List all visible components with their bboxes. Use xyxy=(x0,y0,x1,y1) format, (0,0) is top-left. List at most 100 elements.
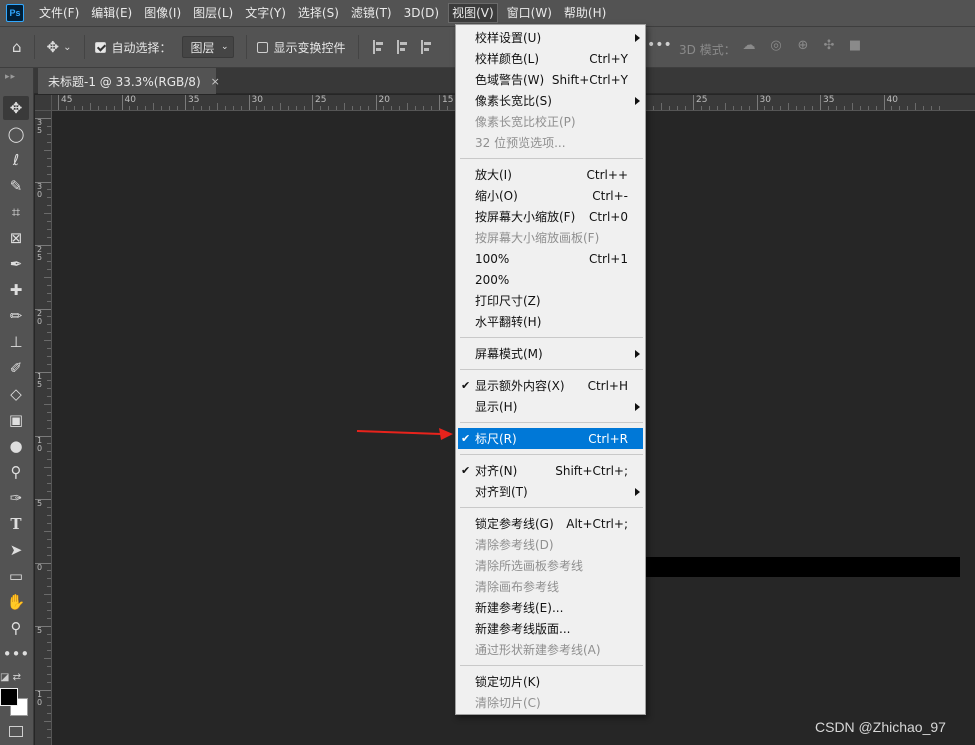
scale-3d-icon[interactable]: ■ xyxy=(847,38,863,54)
ruler-minor-tick xyxy=(47,522,51,524)
view-menu-item[interactable]: 屏幕模式(M) xyxy=(458,343,643,364)
view-menu-item[interactable]: 校样设置(U) xyxy=(458,27,643,48)
menu-filter[interactable]: 滤镜(T) xyxy=(348,3,395,23)
menu-edit[interactable]: 编辑(E) xyxy=(88,3,135,23)
auto-select-target-dropdown[interactable]: 图层 ⌄ xyxy=(181,36,234,58)
ruler-minor-tick xyxy=(44,594,51,596)
default-colors-icon[interactable]: ◪ ⇄ xyxy=(0,672,21,683)
view-menu-item[interactable]: ✔ 标尺(R) Ctrl+R xyxy=(458,428,643,449)
ruler-minor-tick xyxy=(240,106,242,110)
menu-type[interactable]: 文字(Y) xyxy=(242,3,289,23)
ruler-minor-tick xyxy=(137,106,139,110)
hand-tool-icon[interactable]: ✋ xyxy=(3,590,29,614)
quick-select-tool-icon[interactable]: ✎ xyxy=(3,174,29,198)
move-tool-preset-icon[interactable]: ✥ xyxy=(47,38,60,56)
menu-image[interactable]: 图像(I) xyxy=(141,3,184,23)
path-select-tool-icon[interactable]: ➤ xyxy=(3,538,29,562)
view-menu-item[interactable]: 100% Ctrl+1 xyxy=(458,248,643,269)
view-menu-item[interactable]: 显示(H) xyxy=(458,396,643,417)
align-center-icon[interactable] xyxy=(396,40,407,54)
rectangle-tool-icon[interactable]: ▭ xyxy=(3,564,29,588)
menu-3d[interactable]: 3D(D) xyxy=(401,3,442,23)
clone-stamp-tool-icon[interactable]: ⊥ xyxy=(3,330,29,354)
chevron-down-icon[interactable]: ⌄ xyxy=(63,42,71,53)
blur-tool-icon[interactable]: ● xyxy=(3,434,29,458)
view-menu-item[interactable]: 新建参考线版面... xyxy=(458,618,643,639)
type-tool-icon[interactable]: T xyxy=(3,512,29,536)
brush-tool-icon[interactable]: ✏ xyxy=(3,304,29,328)
view-menu-item[interactable]: 放大(I) Ctrl++ xyxy=(458,164,643,185)
show-transform-controls-checkbox[interactable] xyxy=(256,41,268,53)
ruler-minor-tick xyxy=(224,106,226,110)
align-right-icon[interactable] xyxy=(420,40,431,54)
zoom-tool-icon[interactable]: ⚲ xyxy=(3,616,29,640)
view-menu-item[interactable]: 锁定切片(K) xyxy=(458,671,643,692)
marquee-tool-icon[interactable]: ◯ xyxy=(3,122,29,146)
crop-tool-icon[interactable]: ⌗ xyxy=(3,200,29,224)
menu-file[interactable]: 文件(F) xyxy=(36,3,82,23)
view-menu-item[interactable]: ✔ 对齐(N) Shift+Ctrl+; xyxy=(458,460,643,481)
foreground-color[interactable] xyxy=(0,688,18,706)
menu-layer[interactable]: 图层(L) xyxy=(190,3,236,23)
eyedropper-tool-icon[interactable]: ✒ xyxy=(3,252,29,276)
document-tab[interactable]: 未标题-1 @ 33.3%(RGB/8) × xyxy=(38,68,220,94)
view-menu-item[interactable]: 缩小(O) Ctrl+- xyxy=(458,185,643,206)
ruler-minor-tick xyxy=(867,106,869,110)
view-menu-item: 清除所选画板参考线 xyxy=(458,555,643,576)
more-tools-icon[interactable]: ••• xyxy=(3,642,30,666)
pen-tool-icon[interactable]: ✑ xyxy=(3,486,29,510)
view-menu-item[interactable]: 对齐到(T) xyxy=(458,481,643,502)
more-options-icon[interactable]: ••• xyxy=(647,37,672,53)
ruler-minor-tick xyxy=(47,387,51,389)
view-menu-item-label: 对齐(N) xyxy=(475,464,518,478)
vertical-ruler[interactable]: 3 53 02 52 01 51 05051 0 xyxy=(35,111,52,745)
healing-brush-tool-icon[interactable]: ✚ xyxy=(3,278,29,302)
lasso-tool-icon[interactable]: ℓ xyxy=(3,148,29,172)
close-icon[interactable]: × xyxy=(211,75,220,88)
ruler-minor-tick xyxy=(264,106,266,110)
view-menu-item[interactable]: 校样颜色(L) Ctrl+Y xyxy=(458,48,643,69)
frame-tool-icon[interactable]: ⊠ xyxy=(3,226,29,250)
menu-window[interactable]: 窗口(W) xyxy=(504,3,555,23)
panel-grip-icon[interactable]: ▸▸ xyxy=(5,72,16,82)
view-menu-item-label: 标尺(R) xyxy=(475,432,517,446)
slide-3d-icon[interactable]: ✣ xyxy=(821,38,837,54)
submenu-arrow-icon xyxy=(635,33,640,42)
color-swatches[interactable]: ◪ ⇄ xyxy=(0,672,34,724)
ruler-origin[interactable] xyxy=(35,95,52,111)
ruler-minor-tick xyxy=(788,103,790,110)
view-menu-item[interactable]: 打印尺寸(Z) xyxy=(458,290,643,311)
view-menu-item[interactable]: 像素长宽比(S) xyxy=(458,90,643,111)
view-menu-item[interactable]: 200% xyxy=(458,269,643,290)
menu-select[interactable]: 选择(S) xyxy=(295,3,342,23)
orbit-3d-icon[interactable]: ☁ xyxy=(741,38,757,54)
view-menu-item[interactable]: 色域警告(W) Shift+Ctrl+Y xyxy=(458,69,643,90)
view-menu-item[interactable]: 锁定参考线(G) Alt+Ctrl+; xyxy=(458,513,643,534)
align-left-icon[interactable] xyxy=(372,40,383,54)
drag-3d-icon[interactable]: ⊕ xyxy=(795,38,811,54)
menu-view[interactable]: 视图(V) xyxy=(448,3,498,23)
menu-help[interactable]: 帮助(H) xyxy=(561,3,609,23)
gradient-tool-icon[interactable]: ▣ xyxy=(3,408,29,432)
ruler-minor-tick xyxy=(399,106,401,110)
ruler-minor-tick xyxy=(47,546,51,548)
home-icon[interactable]: ⌂ xyxy=(12,38,22,56)
view-menu-item-label: 新建参考线(E)... xyxy=(475,601,564,615)
auto-select-checkbox[interactable] xyxy=(94,41,106,53)
auto-select-label: 自动选择： xyxy=(111,40,172,55)
roll-3d-icon[interactable]: ◎ xyxy=(768,38,784,54)
view-menu-item[interactable]: 水平翻转(H) xyxy=(458,311,643,332)
view-menu-item-shortcut: Ctrl+R xyxy=(588,431,628,446)
document-tab-title: 未标题-1 @ 33.3%(RGB/8) xyxy=(48,74,201,89)
eraser-tool-icon[interactable]: ◇ xyxy=(3,382,29,406)
history-brush-tool-icon[interactable]: ✐ xyxy=(3,356,29,380)
ruler-minor-tick xyxy=(351,106,353,110)
view-menu-item[interactable]: 新建参考线(E)... xyxy=(458,597,643,618)
view-menu-item[interactable]: 按屏幕大小缩放(F) Ctrl+0 xyxy=(458,206,643,227)
move-tool-icon[interactable]: ✥ xyxy=(3,96,29,120)
dodge-tool-icon[interactable]: ⚲ xyxy=(3,460,29,484)
ruler-minor-tick xyxy=(47,443,51,445)
view-menu-item[interactable]: ✔ 显示额外内容(X) Ctrl+H xyxy=(458,375,643,396)
document-canvas[interactable] xyxy=(644,557,960,577)
quick-mask-icon[interactable] xyxy=(9,726,23,737)
